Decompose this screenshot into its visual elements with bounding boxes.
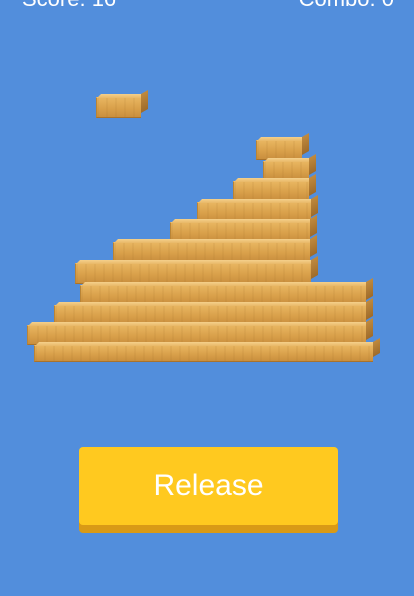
held-block [96,89,148,118]
stacked-block [113,234,317,262]
stacked-block [233,173,316,201]
stacked-block [256,132,309,160]
score-label: Score: 16 [22,0,116,10]
stacked-block [75,255,318,284]
combo-label: Combo: 0 [299,0,394,10]
release-button[interactable]: Release [79,447,338,533]
stacked-block [34,337,380,362]
release-button-face: Release [79,447,338,525]
release-button-label: Release [153,469,264,502]
